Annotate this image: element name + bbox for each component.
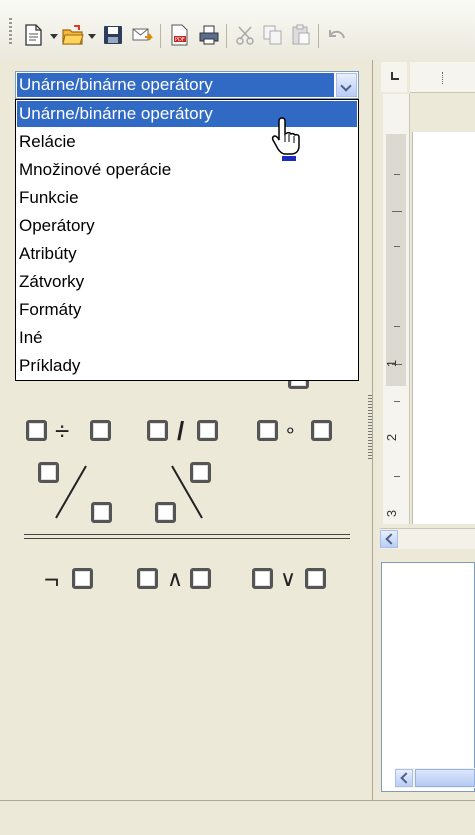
- dropdown-option[interactable]: Relácie: [17, 129, 357, 155]
- hand-cursor-icon: [271, 117, 300, 161]
- placeholder-box[interactable]: [190, 568, 211, 589]
- wideslash-icon[interactable]: [50, 462, 90, 522]
- dropdown-option[interactable]: Unárne/binárne operátory: [17, 101, 357, 127]
- scroll-left-icon[interactable]: [380, 530, 398, 548]
- placeholder-box[interactable]: [311, 420, 332, 441]
- vertical-ruler-margin: [386, 134, 406, 386]
- email-icon[interactable]: [132, 24, 154, 46]
- ruler-label: 3: [384, 509, 400, 518]
- vertical-ruler[interactable]: 1 2 3: [383, 94, 410, 524]
- dropdown-option[interactable]: Atribúty: [17, 241, 357, 267]
- cut-icon[interactable]: [234, 24, 256, 46]
- placeholder-box[interactable]: [197, 420, 218, 441]
- svg-text:PDF: PDF: [175, 37, 185, 43]
- dropdown-option[interactable]: Formáty: [17, 297, 357, 323]
- category-select[interactable]: Unárne/binárne operátory: [15, 71, 359, 99]
- placeholder-box[interactable]: [137, 568, 158, 589]
- circle-operator[interactable]: ∘: [284, 418, 297, 444]
- horizontal-scrollbar[interactable]: [380, 528, 475, 549]
- chevron-down-icon[interactable]: [336, 73, 357, 97]
- dropdown-option[interactable]: Príklady: [17, 353, 357, 379]
- placeholder-box[interactable]: [252, 568, 273, 589]
- tab-stop-icon[interactable]: [381, 62, 407, 92]
- save-icon[interactable]: [102, 24, 124, 46]
- toolbar-grip[interactable]: [9, 18, 12, 44]
- placeholder-box[interactable]: [72, 568, 93, 589]
- scrollbar-thumb[interactable]: [415, 769, 475, 787]
- dropdown-option[interactable]: Operátory: [17, 213, 357, 239]
- placeholder-box[interactable]: [26, 420, 47, 441]
- paste-icon[interactable]: [290, 24, 312, 46]
- standard-toolbar: PDF: [0, 0, 475, 61]
- category-select-value: Unárne/binárne operátory: [17, 73, 334, 97]
- dropdown-option[interactable]: Iné: [17, 325, 357, 351]
- open-dropdown-arrow-icon[interactable]: [88, 34, 96, 39]
- scroll-left-icon[interactable]: [395, 769, 413, 787]
- not-operator[interactable]: ¬: [44, 566, 59, 592]
- toolbar-separator: [226, 24, 227, 48]
- widebslash-icon[interactable]: [170, 462, 210, 522]
- category-dropdown-list[interactable]: Unárne/binárne operátory Relácie Množino…: [15, 99, 359, 381]
- ruler-label: 2: [384, 433, 400, 442]
- open-folder-icon[interactable]: [62, 24, 84, 46]
- export-pdf-icon[interactable]: PDF: [168, 24, 190, 46]
- new-document-icon[interactable]: [22, 24, 44, 46]
- dropdown-option[interactable]: Množinové operácie: [17, 157, 357, 183]
- placeholder-box[interactable]: [147, 420, 168, 441]
- or-operator[interactable]: ∨: [280, 566, 296, 592]
- commands-horizontal-scrollbar[interactable]: [395, 768, 475, 788]
- undo-icon[interactable]: [326, 24, 348, 46]
- print-icon[interactable]: [198, 24, 220, 46]
- dropdown-option[interactable]: Funkcie: [17, 185, 357, 211]
- placeholder-box[interactable]: [305, 568, 326, 589]
- slash-operator[interactable]: /: [177, 418, 184, 444]
- copy-icon[interactable]: [262, 24, 284, 46]
- new-dropdown-arrow-icon[interactable]: [50, 34, 58, 39]
- placeholder-box[interactable]: [155, 502, 176, 523]
- dropdown-option[interactable]: Zátvorky: [17, 269, 357, 295]
- ruler-label: 1: [384, 359, 400, 368]
- operator-divider: [24, 534, 350, 539]
- divide-operator[interactable]: ÷: [55, 418, 69, 444]
- status-bar: [0, 800, 475, 835]
- toolbar-separator: [160, 24, 161, 48]
- formula-page[interactable]: [412, 132, 475, 524]
- placeholder-box[interactable]: [257, 420, 278, 441]
- placeholder-box[interactable]: [90, 420, 111, 441]
- toolbar-separator: [318, 24, 319, 48]
- panel-splitter[interactable]: [368, 395, 372, 461]
- commands-editor[interactable]: [381, 562, 475, 792]
- placeholder-box[interactable]: [91, 502, 112, 523]
- horizontal-ruler[interactable]: [410, 62, 475, 93]
- and-operator[interactable]: ∧: [167, 566, 183, 592]
